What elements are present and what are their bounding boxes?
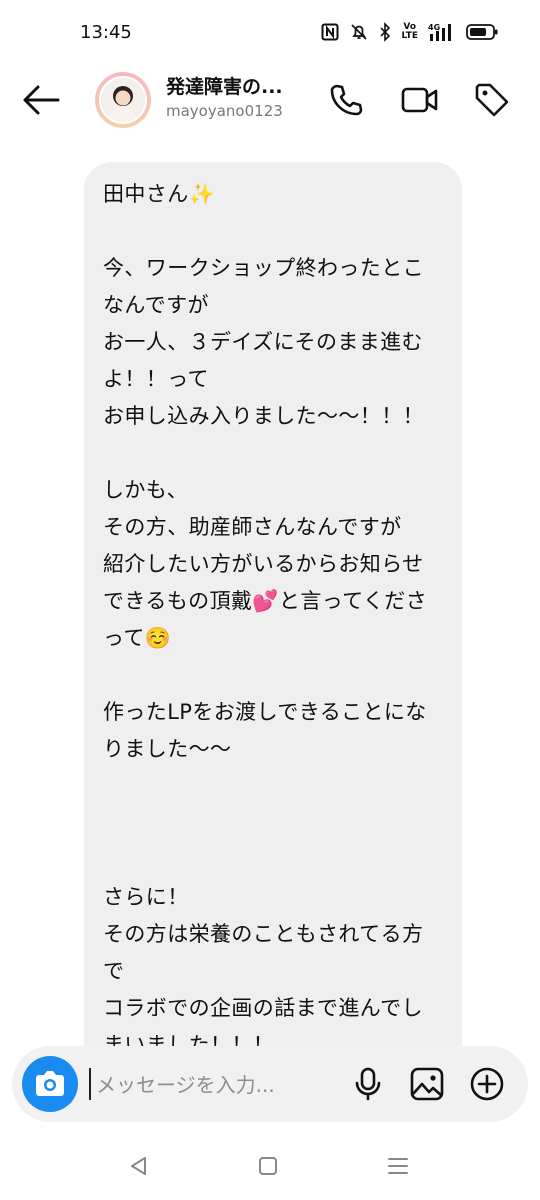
- nav-back-button[interactable]: [125, 1152, 153, 1180]
- message-spacer: [103, 805, 444, 842]
- message-composer: [12, 1046, 528, 1122]
- phone-icon: [330, 84, 363, 116]
- message-bubble[interactable]: 田中さん✨ 今、ワークショップ終わったとこなんですが お一人、３デイズにそのまま…: [84, 162, 462, 1082]
- message-spacer: [103, 657, 444, 694]
- status-bar: 13:45 Vo LTE 4G: [0, 0, 540, 70]
- message-paragraph: さらに！: [103, 885, 189, 909]
- camera-icon: [36, 1071, 64, 1096]
- volte-icon: Vo LTE: [401, 22, 418, 41]
- tag-icon: [475, 83, 509, 117]
- chat-header: 発達障害の... mayoyano0123: [0, 70, 540, 130]
- nav-recents-button[interactable]: [384, 1152, 412, 1180]
- chat-title: 発達障害の...: [166, 76, 283, 98]
- back-button[interactable]: [20, 82, 62, 118]
- tag-button[interactable]: [472, 80, 512, 120]
- image-icon: [410, 1067, 444, 1101]
- message-paragraph: その方は栄養のこともされてる方で: [103, 922, 424, 983]
- text-cursor: [89, 1068, 91, 1100]
- video-call-button[interactable]: [400, 80, 440, 120]
- message-spacer: [103, 435, 444, 472]
- silent-bell-icon: [349, 20, 369, 44]
- status-icons: Vo LTE 4G: [321, 20, 498, 44]
- voice-call-button[interactable]: [326, 80, 366, 120]
- more-options-button[interactable]: [469, 1066, 505, 1102]
- message-spacer: [103, 213, 444, 250]
- microphone-icon: [355, 1067, 381, 1101]
- status-time: 13:45: [80, 22, 132, 43]
- avatar-photo: [99, 76, 147, 124]
- home-square-icon: [259, 1157, 277, 1175]
- message-input[interactable]: [94, 1060, 348, 1110]
- svg-text:4G: 4G: [428, 23, 440, 32]
- message-spacer: [103, 842, 444, 879]
- message-paragraph: お申し込み入りました〜〜！！！: [103, 404, 424, 428]
- chat-handle: mayoyano0123: [166, 102, 283, 120]
- voice-message-button[interactable]: [350, 1066, 386, 1102]
- 4g-signal-icon: 4G: [428, 20, 456, 44]
- message-paragraph: その方、助産師さんなんですが: [103, 515, 402, 539]
- message-paragraph: 紹介したい方がいるからお知らせできるもの頂戴💕と言ってくださって☺️: [103, 552, 428, 650]
- gallery-button[interactable]: [409, 1066, 445, 1102]
- video-call-icon: [401, 87, 438, 113]
- message-spacer: [103, 768, 444, 805]
- back-triangle-icon: [131, 1157, 146, 1175]
- message-paragraph: しかも、: [103, 478, 188, 502]
- message-paragraph: 田中さん✨: [103, 182, 216, 206]
- bluetooth-icon: [379, 20, 391, 44]
- message-paragraph: 今、ワークショップ終わったとこなんですが: [103, 256, 424, 317]
- menu-lines-icon: [388, 1158, 408, 1174]
- chat-title-block[interactable]: 発達障害の... mayoyano0123: [166, 74, 316, 122]
- camera-button[interactable]: [22, 1056, 78, 1112]
- arrow-left-icon: [23, 85, 60, 115]
- system-nav-bar: [0, 1130, 540, 1200]
- avatar[interactable]: [95, 72, 151, 128]
- nfc-icon: [321, 20, 339, 44]
- battery-icon: [466, 20, 498, 44]
- add-icon: [470, 1067, 504, 1101]
- message-paragraph: 作ったLPをお渡しできることになりました〜〜: [103, 700, 427, 761]
- message-paragraph: お一人、３デイズにそのまま進むよ！！って: [103, 330, 423, 391]
- nav-home-button[interactable]: [254, 1152, 282, 1180]
